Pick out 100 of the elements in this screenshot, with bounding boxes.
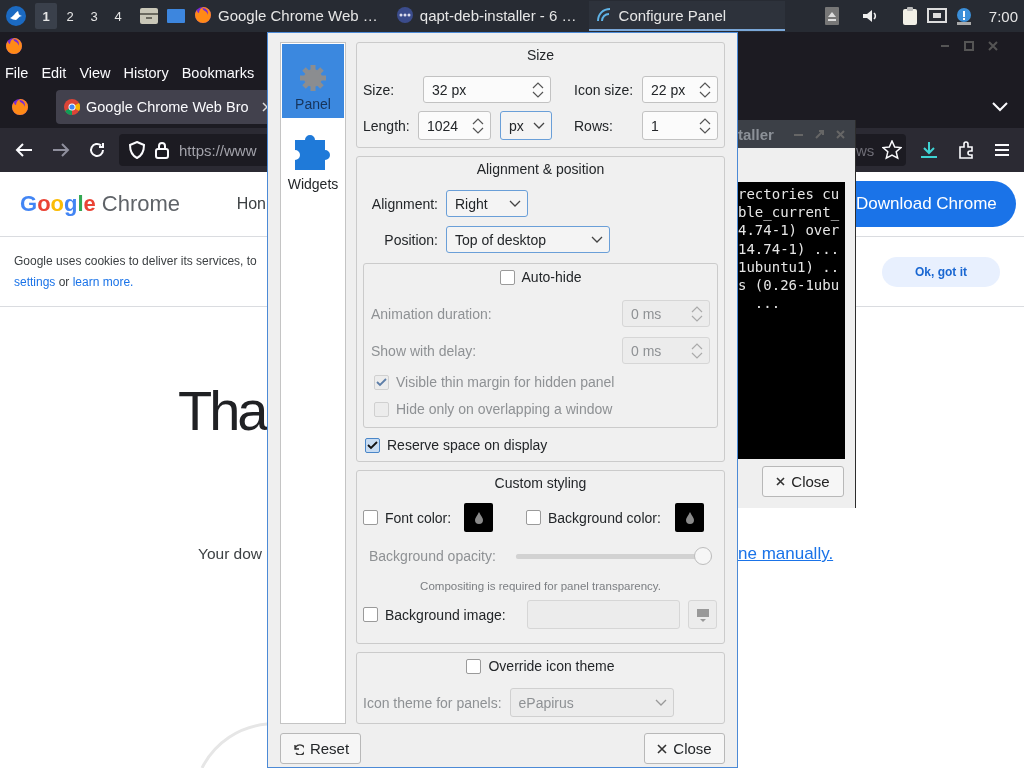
chrome-logo-icon [64, 99, 80, 115]
spin-arrows-icon [472, 116, 484, 135]
browser-icon [194, 6, 212, 24]
spin-box[interactable]: 32 px [423, 76, 551, 103]
drop-icon [473, 511, 484, 524]
body-text: Your dow [198, 544, 263, 564]
close-button[interactable]: Close [644, 733, 725, 764]
terminal-line: 14.74-1) ... [738, 239, 841, 258]
desktop-button[interactable]: 2 [59, 3, 81, 29]
clipboard-icon[interactable] [900, 6, 919, 26]
dropdown[interactable]: px [500, 111, 552, 140]
checkbox[interactable] [363, 510, 378, 525]
desktop-button[interactable]: 1 [35, 3, 57, 29]
field-label: Position: [383, 231, 438, 248]
color-button[interactable] [675, 503, 704, 532]
reload-icon[interactable] [89, 142, 105, 158]
tab-title: Google Chrome Web Bro [86, 99, 250, 115]
terminal-line: s (0.26-1ubu [738, 276, 841, 295]
caret-icon [591, 235, 603, 244]
menu-item[interactable]: View [79, 65, 111, 81]
spin-box[interactable]: 1024 [418, 111, 491, 140]
checkbox-label: Override icon theme [488, 658, 615, 674]
field-label: Icon theme for panels: [363, 694, 502, 711]
terminal-line: 4.74-1) over [738, 221, 841, 240]
task-button[interactable]: Configure Panel [588, 1, 785, 31]
browser-icon[interactable] [10, 97, 30, 117]
task-button[interactable]: Google Chrome Web … [188, 1, 384, 31]
network-icon[interactable] [926, 7, 947, 25]
dropdown[interactable]: Top of desktop [446, 226, 610, 253]
caret-icon [509, 199, 521, 208]
nav-link[interactable]: Hon [236, 195, 266, 213]
checkmark-icon [367, 440, 378, 450]
terminal-line: ble_current_ [738, 203, 841, 222]
forward-arrow-icon[interactable] [52, 142, 70, 158]
back-arrow-icon[interactable] [15, 142, 33, 158]
file-manager-icon[interactable] [139, 7, 159, 25]
learn-more-link[interactable]: learn more. [72, 274, 134, 289]
ok-button[interactable]: Ok, got it [882, 256, 1000, 287]
spin-arrows-icon [699, 80, 711, 99]
desktop-button[interactable]: 4 [107, 3, 129, 29]
address-field[interactable]: https://www [119, 134, 267, 166]
menu-item[interactable]: Bookmarks [181, 65, 255, 81]
menu-item[interactable]: File [5, 65, 29, 81]
caret-icon [654, 698, 667, 707]
clock[interactable]: 7:00 [988, 7, 1018, 25]
field-label: Background opacity: [369, 548, 497, 564]
group-title: Alignment & position [475, 160, 606, 179]
browser-icon[interactable] [5, 37, 23, 55]
checkbox[interactable] [499, 269, 515, 285]
spin-arrows-icon [691, 304, 703, 323]
page-heading: Tha [178, 378, 266, 444]
dropdown[interactable]: Right [446, 190, 528, 217]
sidebar-item[interactable]: Widgets [282, 118, 344, 198]
browser-tab[interactable]: Google Chrome Web Bro [56, 90, 267, 124]
image-path-field[interactable] [527, 600, 680, 629]
desktop-icon[interactable] [166, 7, 186, 25]
checkbox-label: Auto-hide [521, 269, 582, 285]
field-label: Animation duration: [371, 305, 492, 322]
spin-arrows-icon [532, 80, 544, 99]
cookie-notice: Google uses cookies to deliver its services, to settings or learn more. [14, 252, 257, 291]
gear-icon [299, 64, 327, 92]
checkbox[interactable] [466, 658, 482, 674]
reset-button[interactable]: Reset [280, 733, 361, 764]
field-label: Length: [363, 117, 411, 134]
lock-icon [155, 141, 169, 159]
caret-icon [533, 121, 545, 130]
task-button[interactable]: qapt-deb-installer - 6 … [389, 1, 583, 31]
checkbox-label: Background image: [385, 606, 506, 623]
chevron-down-icon[interactable] [992, 102, 1008, 112]
star-icon[interactable] [882, 140, 903, 160]
settings-link[interactable]: settings [14, 274, 56, 289]
checkbox[interactable] [365, 437, 380, 453]
download-link[interactable]: ne manually. [738, 544, 834, 564]
close-button[interactable]: Close [762, 466, 844, 497]
spin-box[interactable]: 22 px [642, 76, 718, 103]
window-title: taller [738, 125, 774, 143]
field-label: Show with delay: [371, 342, 477, 359]
color-button[interactable] [464, 503, 493, 532]
field-label: Rows: [574, 117, 614, 134]
checkmark-icon [376, 377, 387, 387]
menu-icon[interactable] [994, 143, 1010, 157]
notification-icon[interactable] [954, 7, 973, 25]
desktop-button[interactable]: 3 [83, 3, 105, 29]
checkbox[interactable] [526, 510, 541, 525]
menu-item[interactable]: History [123, 65, 169, 81]
menu-item[interactable]: Edit [41, 65, 67, 81]
dots-icon [395, 6, 414, 24]
field-label: Icon size: [574, 81, 635, 98]
puzzle-piece-icon[interactable] [957, 141, 975, 159]
checkbox-label: Visible thin margin for hidden panel [396, 374, 615, 390]
download-icon[interactable] [920, 141, 938, 159]
logo-icon[interactable] [5, 5, 27, 27]
hint-text: Compositing is required for panel transparency. [419, 579, 662, 594]
undo-icon [291, 742, 304, 755]
checkbox-label: Background color: [548, 509, 661, 526]
spin-box[interactable]: 1 [642, 111, 718, 140]
volume-icon[interactable] [860, 7, 879, 25]
checkbox[interactable] [363, 607, 378, 622]
download-button[interactable]: Download Chrome [856, 181, 1016, 227]
terminal-line: 1ubuntu1) .. [738, 257, 841, 276]
